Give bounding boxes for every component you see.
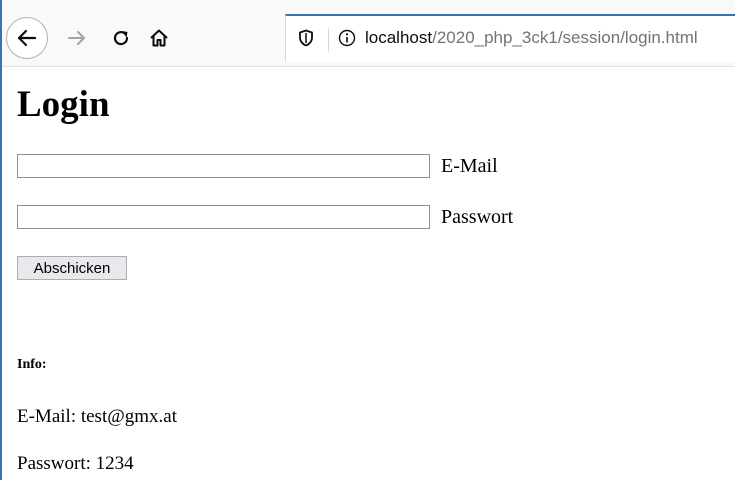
forward-arrow-icon: [68, 31, 85, 45]
window-frame-edge: [0, 0, 2, 480]
url-path: /2020_php_3ck1/session/login.html: [432, 28, 698, 47]
url-bar[interactable]: localhost/2020_php_3ck1/session/login.ht…: [285, 14, 735, 62]
password-label: Passwort: [441, 206, 514, 228]
home-button[interactable]: [144, 22, 174, 54]
back-button[interactable]: [6, 17, 48, 59]
reload-button[interactable]: [106, 22, 136, 54]
email-label: E-Mail: [441, 155, 498, 177]
email-input[interactable]: [17, 154, 430, 178]
home-icon: [150, 29, 168, 47]
info-email-text: E-Mail: test@gmx.at: [17, 406, 177, 427]
password-input[interactable]: [17, 205, 430, 229]
url-text[interactable]: localhost/2020_php_3ck1/session/login.ht…: [365, 28, 698, 48]
shield-icon[interactable]: [298, 29, 314, 47]
url-host: localhost: [365, 28, 433, 47]
info-heading: Info:: [17, 357, 47, 372]
info-icon[interactable]: [338, 29, 356, 47]
forward-button[interactable]: [62, 22, 92, 54]
info-password-text: Passwort: 1234: [17, 453, 134, 474]
url-bar-divider: [328, 28, 329, 52]
back-arrow-icon: [17, 29, 37, 47]
reload-icon: [113, 30, 129, 46]
browser-toolbar: localhost/2020_php_3ck1/session/login.ht…: [2, 0, 735, 67]
submit-button[interactable]: Abschicken: [17, 256, 127, 280]
page-title: Login: [17, 84, 110, 125]
